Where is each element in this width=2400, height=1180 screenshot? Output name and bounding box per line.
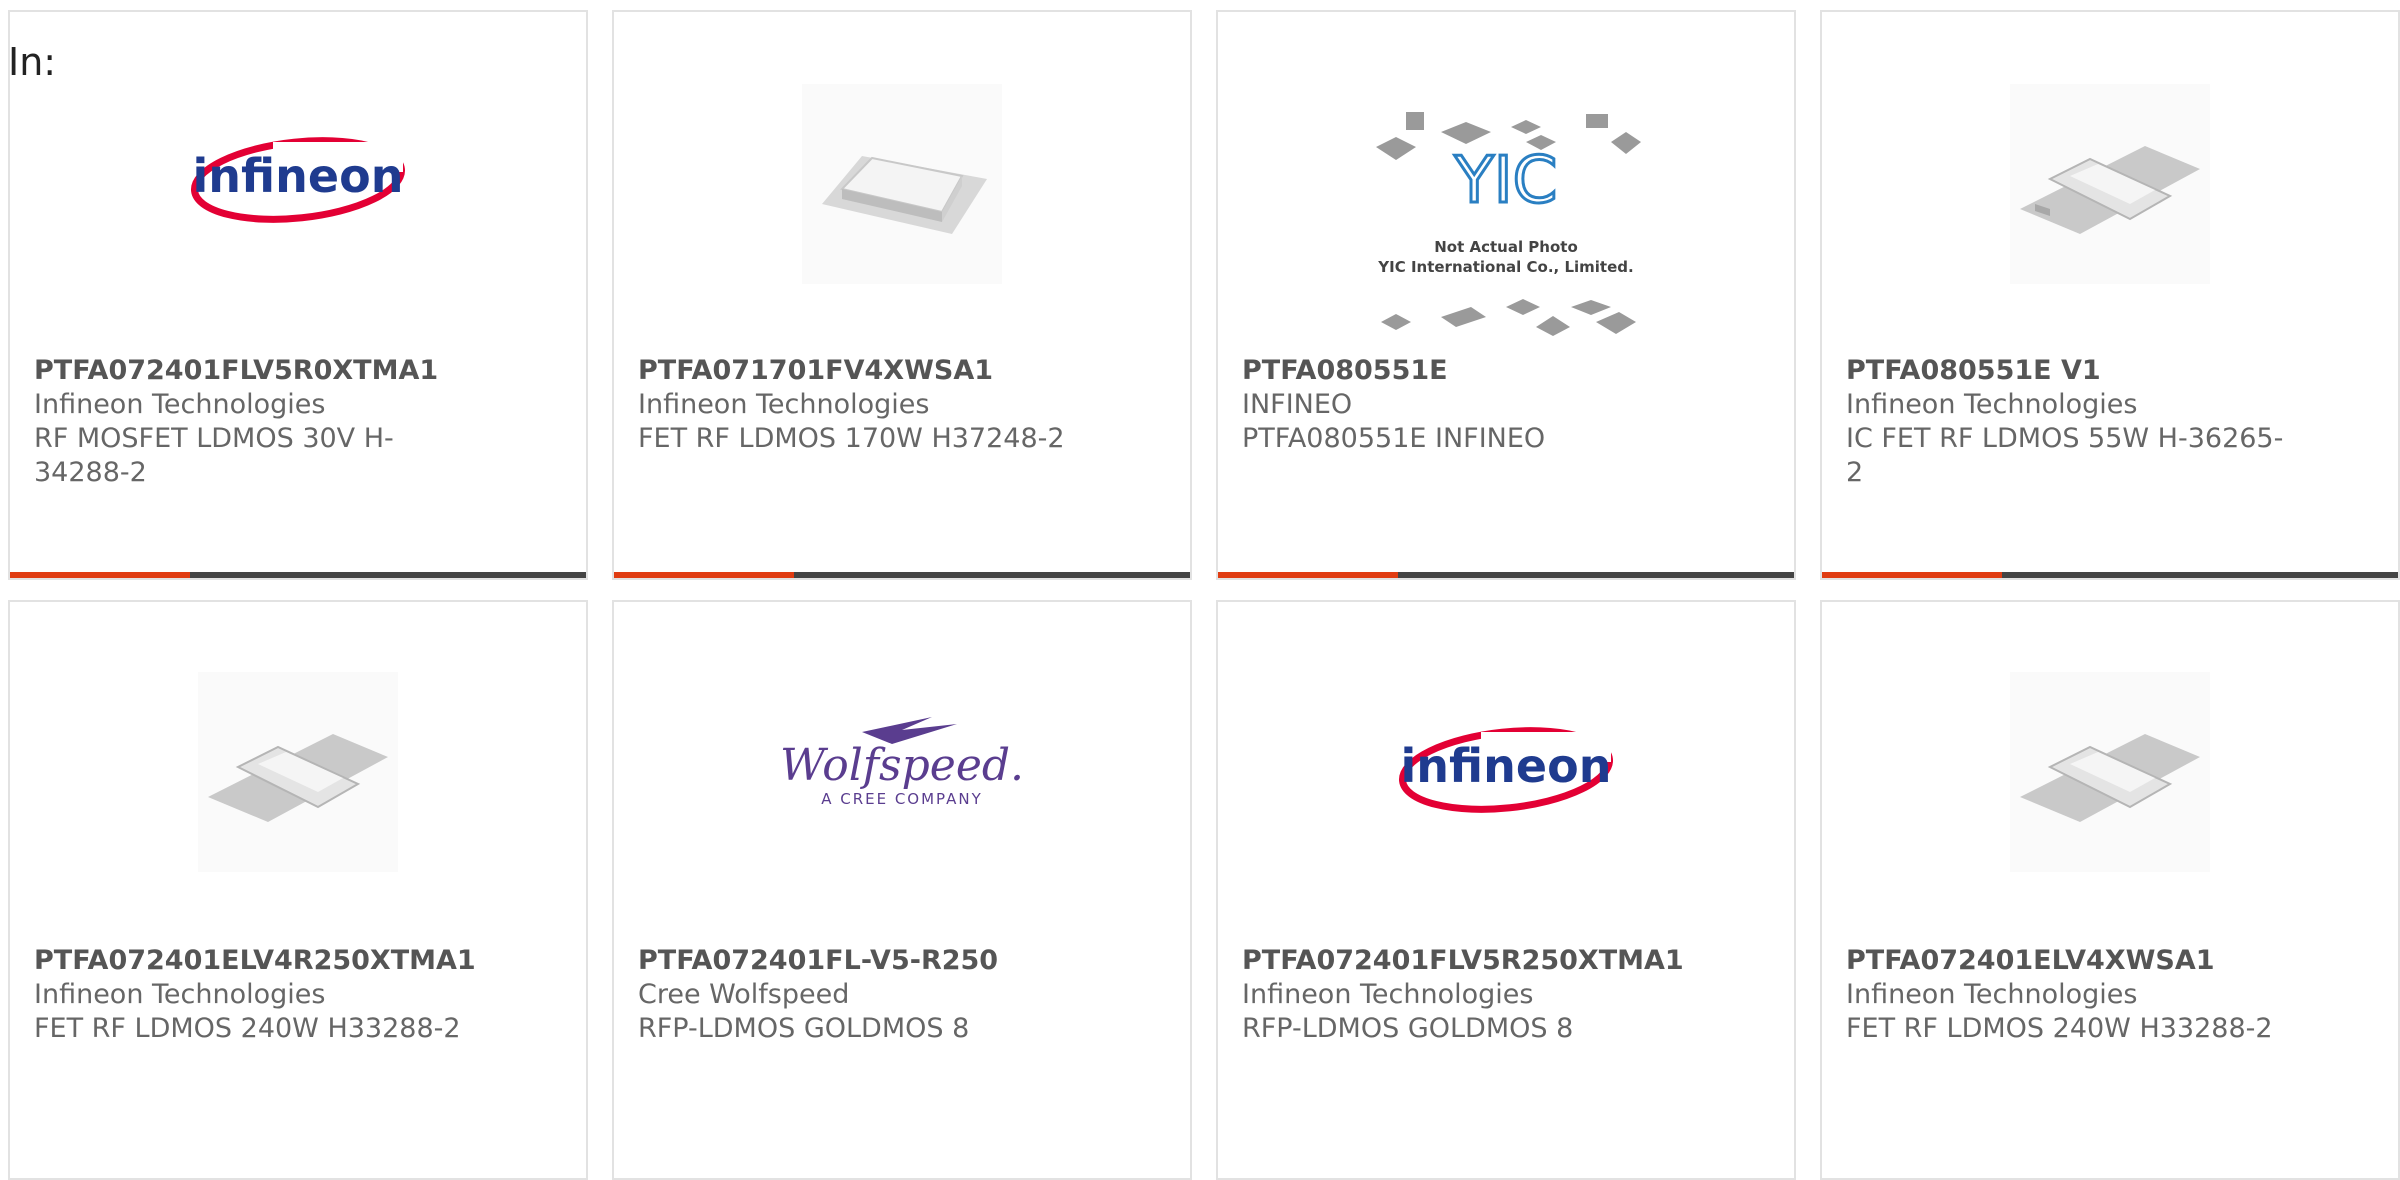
description: FET RF LDMOS 240W H33288-2 bbox=[1846, 1013, 2273, 1044]
card-bar bbox=[1822, 572, 2398, 578]
infineon-logo: infineon bbox=[1391, 712, 1621, 822]
brand-logo-text: infineon bbox=[193, 149, 404, 203]
brand-logo-text: infineon bbox=[1401, 739, 1612, 793]
wolfspeed-logo-sub: A CREE COMPANY bbox=[821, 790, 983, 808]
yic-placeholder-image: YIC Not Actual Photo YIC International C… bbox=[1371, 102, 1641, 352]
manufacturer: Infineon Technologies bbox=[34, 979, 326, 1010]
infineon-logo: infineon bbox=[183, 122, 413, 232]
product-card[interactable]: PTFA072401ELV4XWSA1 Infineon Technologie… bbox=[1820, 600, 2400, 1180]
part-number[interactable]: PTFA072401ELV4R250XTMA1 bbox=[34, 944, 476, 978]
product-card[interactable]: Wolfspeed. A CREE COMPANY PTFA072401FL-V… bbox=[612, 600, 1192, 1180]
description: RFP-LDMOS GOLDMOS 8 bbox=[1242, 1013, 1574, 1044]
description: PTFA080551E INFINEO bbox=[1242, 423, 1546, 454]
card-bar bbox=[1218, 572, 1794, 578]
product-card[interactable]: infineon PTFA072401FLV5R250XTMA1 Infineo… bbox=[1216, 600, 1796, 1180]
description: IC FET RF LDMOS 55W H-36265-2 bbox=[1846, 423, 2284, 488]
description: FET RF LDMOS 240W H33288-2 bbox=[34, 1013, 461, 1044]
placeholder-line: Not Actual Photo bbox=[1434, 238, 1578, 256]
description: FET RF LDMOS 170W H37248-2 bbox=[638, 423, 1065, 454]
yic-logo-text: YIC bbox=[1454, 144, 1558, 218]
manufacturer: INFINEO bbox=[1242, 389, 1353, 420]
manufacturer: Cree Wolfspeed bbox=[638, 979, 850, 1010]
product-card[interactable]: PTFA080551E V1 Infineon Technologies IC … bbox=[1820, 10, 2400, 580]
filter-label: In: bbox=[8, 40, 57, 84]
placeholder-line: YIC International Co., Limited. bbox=[1377, 258, 1633, 276]
flat-package-photo bbox=[802, 84, 1002, 284]
description: RF MOSFET LDMOS 30V H-34288-2 bbox=[34, 423, 394, 488]
part-number[interactable]: PTFA080551E V1 bbox=[1846, 354, 2288, 388]
part-number[interactable]: PTFA072401FLV5R0XTMA1 bbox=[34, 354, 476, 388]
part-number[interactable]: PTFA072401FL-V5-R250 bbox=[638, 944, 1080, 978]
manufacturer: Infineon Technologies bbox=[1846, 389, 2138, 420]
part-number[interactable]: PTFA072401FLV5R250XTMA1 bbox=[1242, 944, 1684, 978]
manufacturer: Infineon Technologies bbox=[34, 389, 326, 420]
wolfspeed-logo-text: Wolfspeed. bbox=[782, 740, 1022, 791]
part-number[interactable]: PTFA072401ELV4XWSA1 bbox=[1846, 944, 2288, 978]
part-number[interactable]: PTFA080551E bbox=[1242, 354, 1684, 388]
manufacturer: Infineon Technologies bbox=[1242, 979, 1534, 1010]
product-card[interactable]: infineon PTFA072401FLV5R0XTMA1 Infineon … bbox=[8, 10, 588, 580]
card-bar bbox=[614, 572, 1190, 578]
description: RFP-LDMOS GOLDMOS 8 bbox=[638, 1013, 970, 1044]
flange-package-photo bbox=[2010, 84, 2210, 284]
wolfspeed-logo: Wolfspeed. A CREE COMPANY bbox=[782, 712, 1022, 822]
flange-package-photo bbox=[198, 672, 398, 872]
flange-package-photo bbox=[2010, 672, 2210, 872]
card-bar bbox=[10, 572, 586, 578]
manufacturer: Infineon Technologies bbox=[638, 389, 930, 420]
manufacturer: Infineon Technologies bbox=[1846, 979, 2138, 1010]
product-card[interactable]: YIC Not Actual Photo YIC International C… bbox=[1216, 10, 1796, 580]
product-card[interactable]: PTFA072401ELV4R250XTMA1 Infineon Technol… bbox=[8, 600, 588, 1180]
product-card[interactable]: PTFA071701FV4XWSA1 Infineon Technologies… bbox=[612, 10, 1192, 580]
part-number[interactable]: PTFA071701FV4XWSA1 bbox=[638, 354, 1080, 388]
